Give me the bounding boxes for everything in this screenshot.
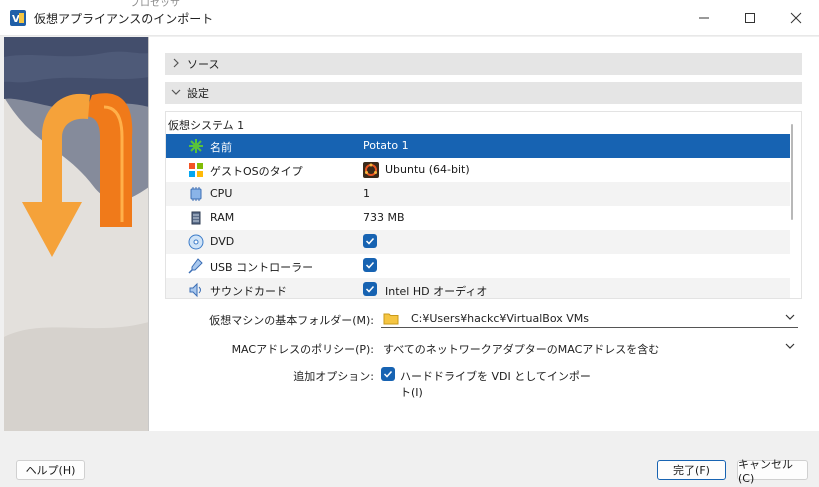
appliance-settings-tree[interactable]: 仮想システム 1 名前 Potato 1 ゲストOSのタイプ Ubuntu (6… bbox=[165, 111, 802, 299]
tree-row-dvd[interactable]: DVD bbox=[166, 230, 790, 254]
dvd-checkbox[interactable] bbox=[363, 234, 377, 248]
tree-row-value: 733 MB bbox=[363, 211, 405, 224]
base-folder-select[interactable]: C:¥Users¥hackc¥VirtualBox VMs bbox=[381, 308, 798, 328]
maximize-icon bbox=[745, 13, 755, 23]
extra-options-label: 追加オプション: bbox=[293, 370, 374, 383]
tree-row-value: Ubuntu (64-bit) bbox=[385, 163, 470, 176]
tree-row-cpu[interactable]: CPU 1 bbox=[166, 182, 790, 206]
close-button[interactable] bbox=[773, 0, 819, 36]
cpu-icon bbox=[188, 186, 204, 202]
tree-row-label: USB コントローラー bbox=[210, 261, 314, 274]
tree-row-value: Intel HD オーディオ bbox=[385, 285, 488, 298]
source-section-header[interactable]: ソース bbox=[165, 53, 802, 75]
tree-row-sound-card[interactable]: サウンドカード Intel HD オーディオ bbox=[166, 278, 790, 298]
checkmark-icon bbox=[363, 234, 377, 248]
svg-text:V: V bbox=[12, 14, 20, 25]
tree-row-label: RAM bbox=[210, 211, 235, 224]
tree-row-ram[interactable]: RAM 733 MB bbox=[166, 206, 790, 230]
tree-row-label: CPU bbox=[210, 187, 233, 200]
mac-policy-label: MACアドレスのポリシー(P): bbox=[231, 343, 374, 356]
base-folder-value: C:¥Users¥hackc¥VirtualBox VMs bbox=[411, 312, 589, 325]
usb-icon bbox=[188, 258, 204, 274]
folder-icon bbox=[383, 311, 399, 328]
sound-card-checkbox[interactable] bbox=[363, 282, 377, 296]
os-type-icon bbox=[188, 162, 204, 178]
mac-policy-value: すべてのネットワークアダプターのMACアドレスを含む bbox=[383, 343, 660, 356]
import-vdi-checkbox[interactable]: ハードドライブを VDI としてインポート(I) bbox=[381, 366, 601, 399]
cancel-button[interactable]: キャンセル(C) bbox=[737, 458, 808, 485]
checkmark-icon bbox=[363, 282, 377, 296]
minimize-icon bbox=[699, 17, 709, 19]
chevron-down-icon bbox=[165, 86, 187, 100]
ubuntu-icon bbox=[363, 162, 379, 178]
chevron-right-icon bbox=[165, 57, 187, 71]
title-bar: V 仮想アプライアンスのインポート プロセッサ bbox=[0, 0, 819, 36]
close-icon bbox=[790, 12, 802, 24]
tree-scrollbar[interactable] bbox=[791, 124, 793, 220]
tree-row-label: 名前 bbox=[210, 141, 232, 154]
virtualbox-app-icon: V bbox=[10, 10, 26, 26]
source-section-label: ソース bbox=[187, 58, 220, 71]
tree-row-usb[interactable]: USB コントローラー bbox=[166, 254, 790, 278]
help-button[interactable]: ヘルプ(H) bbox=[16, 460, 85, 480]
green-star-icon bbox=[188, 138, 204, 154]
tree-row-label: ゲストOSのタイプ bbox=[210, 165, 303, 178]
tree-row-value: 1 bbox=[363, 187, 370, 200]
chevron-down-icon bbox=[784, 340, 796, 355]
checkmark-icon bbox=[381, 367, 395, 381]
maximize-button[interactable] bbox=[727, 0, 773, 36]
background-window-peek-text: プロセッサ bbox=[130, 0, 180, 9]
checkmark-icon bbox=[363, 258, 377, 272]
sound-card-icon bbox=[188, 282, 204, 298]
settings-section-header[interactable]: 設定 bbox=[165, 82, 802, 104]
settings-section-label: 設定 bbox=[187, 87, 209, 100]
tree-row-value: Potato 1 bbox=[363, 139, 409, 152]
chevron-down-icon bbox=[784, 311, 796, 326]
finish-button[interactable]: 完了(F) bbox=[657, 460, 726, 480]
tree-row-name[interactable]: 名前 Potato 1 bbox=[166, 134, 790, 158]
tree-row-os-type[interactable]: ゲストOSのタイプ Ubuntu (64-bit) bbox=[166, 158, 790, 182]
base-folder-label: 仮想マシンの基本フォルダー(M): bbox=[209, 314, 374, 327]
minimize-button[interactable] bbox=[681, 0, 727, 36]
usb-checkbox[interactable] bbox=[363, 258, 377, 272]
tree-row-label: DVD bbox=[210, 235, 235, 248]
dvd-icon bbox=[188, 234, 204, 250]
window-title: 仮想アプライアンスのインポート bbox=[34, 12, 214, 26]
tree-row-label: サウンドカード bbox=[210, 285, 287, 298]
wizard-side-image bbox=[4, 37, 149, 431]
import-vdi-label: ハードドライブを VDI としてインポート(I) bbox=[400, 370, 591, 399]
virtual-system-label: 仮想システム 1 bbox=[168, 119, 245, 132]
mac-policy-select[interactable]: すべてのネットワークアダプターのMACアドレスを含む bbox=[381, 337, 798, 357]
main-panel: ソース 設定 仮想システム 1 名前 Potato 1 ゲストOSのタイプ Ub… bbox=[149, 37, 819, 431]
ram-icon bbox=[188, 210, 204, 226]
